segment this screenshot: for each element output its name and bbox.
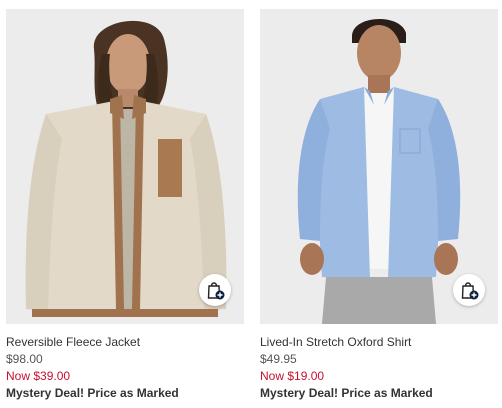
product-image[interactable] <box>260 9 498 324</box>
product-card[interactable]: Lived-In Stretch Oxford Shirt $49.95 Now… <box>260 9 498 402</box>
product-name-link[interactable]: Lived-In Stretch Oxford Shirt <box>260 334 498 351</box>
product-info: Lived-In Stretch Oxford Shirt $49.95 Now… <box>260 334 498 402</box>
promo-text: Mystery Deal! Price as Marked <box>6 386 179 400</box>
sale-price: Now $39.00 <box>6 369 71 383</box>
shopping-bag-plus-icon <box>207 282 225 300</box>
quick-add-button[interactable] <box>453 274 485 306</box>
product-image[interactable] <box>6 9 244 324</box>
product-name-link[interactable]: Reversible Fleece Jacket <box>6 334 244 351</box>
promo-text: Mystery Deal! Price as Marked <box>260 386 433 400</box>
original-price: $98.00 <box>6 352 43 366</box>
shopping-bag-plus-icon <box>461 282 479 300</box>
original-price: $49.95 <box>260 352 297 366</box>
quick-add-button[interactable] <box>199 274 231 306</box>
product-info: Reversible Fleece Jacket $98.00 Now $39.… <box>6 334 244 402</box>
sale-price: Now $19.00 <box>260 369 325 383</box>
product-card[interactable]: Reversible Fleece Jacket $98.00 Now $39.… <box>6 9 244 402</box>
